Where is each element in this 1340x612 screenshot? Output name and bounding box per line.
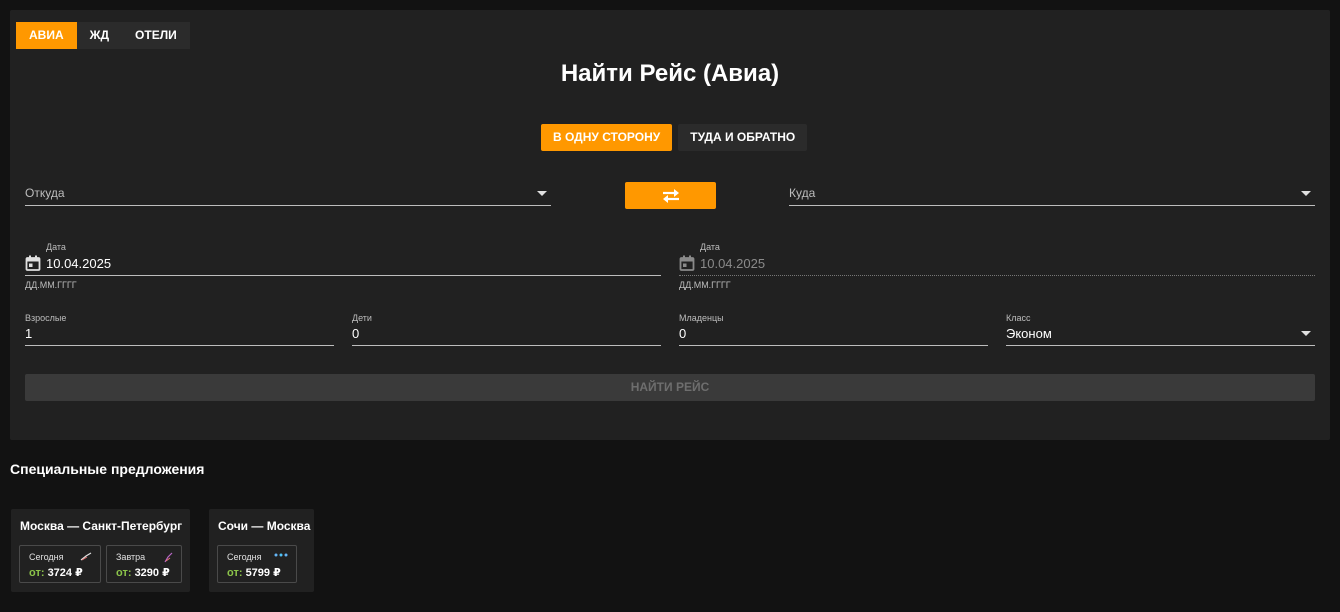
search-panel: АВИА ЖД ОТЕЛИ Найти Рейс (Авиа) В ОДНУ С… xyxy=(10,10,1330,440)
departure-date-field[interactable]: Дата 10.04.2025 xyxy=(25,242,661,276)
to-label: Куда xyxy=(789,186,816,200)
price-day: Сегодня xyxy=(227,552,262,562)
price-prefix: от: xyxy=(227,567,243,579)
to-select[interactable]: Куда xyxy=(789,178,1315,206)
price-day: Сегодня xyxy=(29,552,64,562)
return-date-hint: ДД.ММ.ГГГГ xyxy=(679,280,731,290)
class-value: Эконом xyxy=(1006,326,1052,341)
trend-up-icon xyxy=(80,552,92,561)
infants-label: Младенцы xyxy=(679,313,724,323)
children-input[interactable]: Дети 0 xyxy=(352,313,661,346)
price-option[interactable]: Сегодня от: 5799 ₽ xyxy=(217,545,297,583)
price-prefix: от: xyxy=(116,567,132,579)
offer-route: Сочи — Москва xyxy=(218,519,311,533)
calendar-icon xyxy=(25,255,41,271)
swap-arrows-icon xyxy=(662,188,679,203)
offer-card: Сочи — Москва Сегодня от: 5799 ₽ xyxy=(209,509,314,592)
adults-label: Взрослые xyxy=(25,313,67,323)
from-select[interactable]: Откуда xyxy=(25,178,551,206)
price-option[interactable]: Завтра от: 3290 ₽ xyxy=(106,545,182,583)
tab-avia[interactable]: АВИА xyxy=(16,22,77,49)
return-date-label: Дата xyxy=(700,242,720,252)
adults-input[interactable]: Взрослые 1 xyxy=(25,313,334,346)
departure-date-label: Дата xyxy=(46,242,66,252)
infants-input[interactable]: Младенцы 0 xyxy=(679,313,988,346)
chevron-down-icon xyxy=(1301,331,1311,336)
trip-type-toggle: В ОДНУ СТОРОНУ ТУДА И ОБРАТНО xyxy=(541,124,808,151)
price-prefix: от: xyxy=(29,567,45,579)
offer-route: Москва — Санкт-Петербург xyxy=(20,519,183,533)
return-date-value: 10.04.2025 xyxy=(700,256,766,271)
children-label: Дети xyxy=(352,313,372,323)
price-amount: 5799 ₽ xyxy=(245,567,281,579)
departure-date-hint: ДД.ММ.ГГГГ xyxy=(25,280,77,290)
offer-card: Москва — Санкт-Петербург Сегодня от: 372… xyxy=(11,509,190,592)
price-day: Завтра xyxy=(116,552,146,562)
dots-icon xyxy=(274,553,288,557)
chevron-down-icon xyxy=(537,191,547,196)
class-select[interactable]: Класс Эконом xyxy=(1006,313,1315,346)
class-label: Класс xyxy=(1006,313,1031,323)
chevron-down-icon xyxy=(1301,191,1311,196)
trend-up-icon xyxy=(164,552,173,563)
offers-title: Специальные предложения xyxy=(10,461,205,477)
round-trip-button[interactable]: ТУДА И ОБРАТНО xyxy=(678,124,808,151)
price-amount: 3724 ₽ xyxy=(47,567,83,579)
departure-date-value: 10.04.2025 xyxy=(46,256,112,271)
from-label: Откуда xyxy=(25,186,65,200)
return-date-field[interactable]: Дата 10.04.2025 xyxy=(679,242,1315,276)
children-value: 0 xyxy=(352,326,360,341)
page-title: Найти Рейс (Авиа) xyxy=(560,60,780,87)
price-option[interactable]: Сегодня от: 3724 ₽ xyxy=(19,545,101,583)
tab-train[interactable]: ЖД xyxy=(77,22,122,49)
swap-button[interactable] xyxy=(625,182,716,209)
adults-value: 1 xyxy=(25,326,33,341)
one-way-button[interactable]: В ОДНУ СТОРОНУ xyxy=(541,124,673,151)
calendar-icon xyxy=(679,255,695,271)
mode-tabs: АВИА ЖД ОТЕЛИ xyxy=(16,22,190,49)
search-flight-button[interactable]: НАЙТИ РЕЙС xyxy=(25,374,1315,401)
tab-hotels[interactable]: ОТЕЛИ xyxy=(122,22,190,49)
price-amount: 3290 ₽ xyxy=(134,567,170,579)
infants-value: 0 xyxy=(679,326,687,341)
